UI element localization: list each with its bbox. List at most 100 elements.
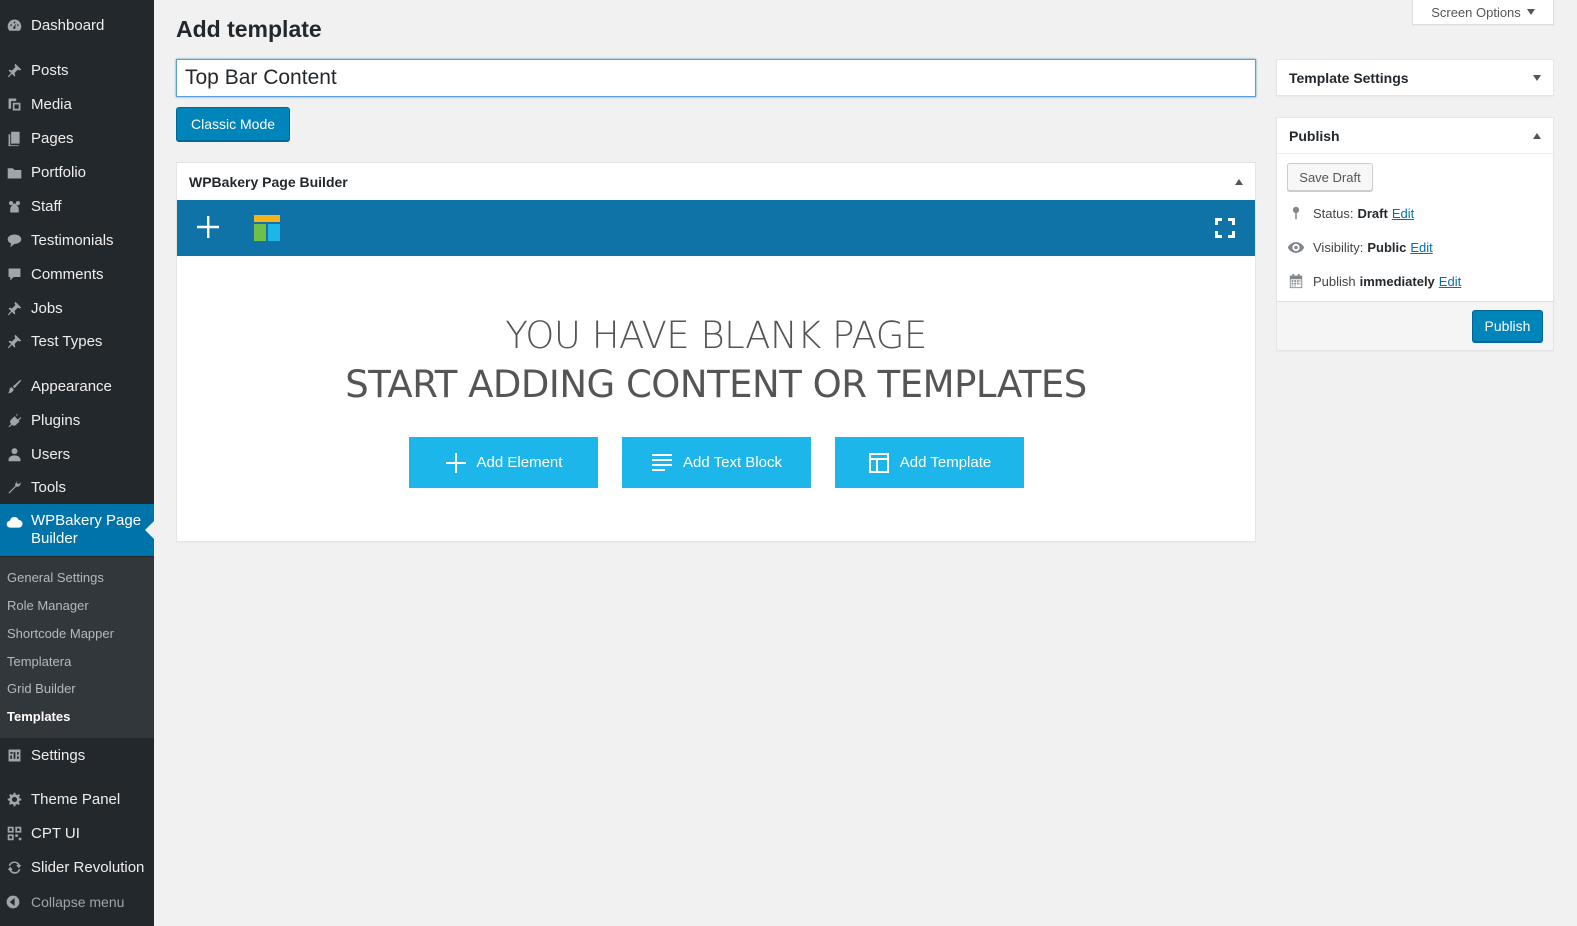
menu-item-testimonials[interactable]: Testimonials bbox=[0, 223, 154, 257]
template-settings-header[interactable]: Template Settings bbox=[1277, 60, 1553, 96]
menu-item-tools[interactable]: Tools bbox=[0, 470, 154, 504]
blank-page-subheading: START ADDING CONTENT OR TEMPLATES bbox=[345, 363, 1087, 406]
add-text-block-button[interactable]: Add Text Block bbox=[622, 437, 811, 488]
settings-icon bbox=[2, 745, 26, 765]
add-template-label: Add Template bbox=[899, 454, 992, 471]
admin-sidebar: Dashboard Posts Media Pages Portfolio St… bbox=[0, 0, 154, 926]
collapse-toggle-icon[interactable] bbox=[1235, 178, 1243, 185]
calendar-icon bbox=[1287, 272, 1305, 290]
submenu-role-manager[interactable]: Role Manager bbox=[7, 598, 89, 613]
template-settings-title: Template Settings bbox=[1289, 70, 1409, 86]
menu-item-dashboard[interactable]: Dashboard bbox=[0, 8, 154, 42]
collapse-label: Collapse menu bbox=[31, 894, 125, 910]
menu-item-test-types[interactable]: Test Types bbox=[0, 324, 154, 358]
menu-item-slider-revolution[interactable]: Slider Revolution bbox=[0, 850, 154, 884]
publish-button[interactable]: Publish bbox=[1472, 310, 1543, 342]
templates-icon[interactable] bbox=[253, 214, 281, 242]
menu-label: WPBakery Page Builder bbox=[31, 512, 142, 547]
menu-label: Test Types bbox=[31, 332, 103, 350]
submenu-grid-builder[interactable]: Grid Builder bbox=[7, 681, 76, 696]
menu-item-wpbakery[interactable]: WPBakery Page Builder bbox=[0, 504, 154, 556]
submenu-general-settings[interactable]: General Settings bbox=[7, 570, 104, 585]
add-element-label: Add Element bbox=[476, 454, 563, 471]
menu-item-pages[interactable]: Pages bbox=[0, 121, 154, 155]
staff-icon bbox=[2, 196, 26, 216]
publish-title: Publish bbox=[1289, 127, 1340, 144]
dashboard-icon bbox=[2, 15, 26, 35]
add-template-button[interactable]: Add Template bbox=[835, 437, 1024, 488]
menu-label: Users bbox=[31, 445, 71, 463]
menu-item-comments[interactable]: Comments bbox=[0, 257, 154, 291]
menu-label: Posts bbox=[31, 61, 69, 79]
comment-icon bbox=[2, 264, 26, 284]
menu-item-media[interactable]: Media bbox=[0, 87, 154, 121]
builder-toolbar bbox=[177, 200, 1255, 256]
classic-mode-button[interactable]: Classic Mode bbox=[176, 107, 290, 141]
menu-label: Settings bbox=[31, 746, 86, 764]
menu-item-cpt-ui[interactable]: CPT UI bbox=[0, 816, 154, 850]
menu-item-users[interactable]: Users bbox=[0, 437, 154, 471]
add-text-block-label: Add Text Block bbox=[683, 454, 782, 471]
status-value: Draft bbox=[1357, 205, 1388, 221]
menu-label: Comments bbox=[31, 265, 104, 283]
schedule-value: immediately bbox=[1359, 273, 1435, 289]
menu-label: Slider Revolution bbox=[31, 858, 145, 876]
eye-icon bbox=[1287, 238, 1305, 256]
wpbakery-submenu: General Settings Role Manager Shortcode … bbox=[0, 557, 154, 738]
schedule-row: Publish immediately Edit bbox=[1287, 272, 1461, 290]
edit-status-link[interactable]: Edit bbox=[1392, 206, 1414, 221]
submenu-templates[interactable]: Templates bbox=[7, 709, 70, 724]
pin-marker-icon bbox=[1287, 204, 1305, 222]
blank-page-heading: YOU HAVE BLANK PAGE bbox=[505, 314, 927, 357]
cloud-icon bbox=[2, 512, 26, 532]
builder-title: WPBakery Page Builder bbox=[189, 173, 348, 190]
menu-item-portfolio[interactable]: Portfolio bbox=[0, 155, 154, 189]
edit-visibility-link[interactable]: Edit bbox=[1410, 240, 1432, 255]
menu-label: Theme Panel bbox=[31, 790, 121, 808]
add-element-icon[interactable] bbox=[195, 214, 221, 240]
menu-item-settings[interactable]: Settings bbox=[0, 738, 154, 772]
menu-label: CPT UI bbox=[31, 824, 80, 842]
brush-icon bbox=[2, 376, 26, 396]
menu-item-plugins[interactable]: Plugins bbox=[0, 403, 154, 437]
add-element-button[interactable]: Add Element bbox=[409, 437, 598, 488]
menu-item-jobs[interactable]: Jobs bbox=[0, 291, 154, 325]
menu-item-appearance[interactable]: Appearance bbox=[0, 369, 154, 403]
collapse-arrow-icon bbox=[1, 894, 25, 910]
plus-icon bbox=[445, 452, 466, 473]
status-label: Status: bbox=[1313, 205, 1354, 221]
pin-icon bbox=[2, 60, 26, 80]
menu-item-staff[interactable]: Staff bbox=[0, 189, 154, 223]
menu-item-theme-panel[interactable]: Theme Panel bbox=[0, 782, 154, 816]
menu-label: Media bbox=[31, 95, 72, 113]
visibility-row: Visibility: Public Edit bbox=[1287, 238, 1433, 256]
edit-schedule-link[interactable]: Edit bbox=[1439, 274, 1461, 289]
collapse-toggle-icon[interactable] bbox=[1533, 132, 1541, 139]
template-settings-panel: Template Settings bbox=[1276, 59, 1554, 96]
collapse-menu-button[interactable]: Collapse menu bbox=[0, 889, 154, 915]
fullscreen-icon[interactable] bbox=[1213, 216, 1237, 240]
menu-label: Dashboard bbox=[31, 16, 105, 34]
publish-actions: Publish bbox=[1277, 301, 1553, 350]
screen-options-label: Screen Options bbox=[1431, 4, 1521, 20]
schedule-label: Publish bbox=[1313, 273, 1356, 289]
menu-label: Pages bbox=[31, 129, 74, 147]
submenu-shortcode-mapper[interactable]: Shortcode Mapper bbox=[7, 626, 114, 641]
save-draft-button[interactable]: Save Draft bbox=[1287, 163, 1373, 191]
pin-icon bbox=[2, 298, 26, 318]
expand-toggle-icon[interactable] bbox=[1533, 75, 1541, 81]
menu-label: Jobs bbox=[31, 299, 63, 317]
refresh-icon bbox=[2, 857, 26, 877]
screen-options-button[interactable]: Screen Options bbox=[1412, 0, 1554, 25]
page-title: Add template bbox=[176, 16, 322, 42]
submenu-templatera[interactable]: Templatera bbox=[7, 654, 71, 669]
menu-label: Appearance bbox=[31, 377, 112, 395]
title-input[interactable] bbox=[176, 59, 1256, 97]
menu-label: Plugins bbox=[31, 411, 81, 429]
speech-bubble-icon bbox=[2, 230, 26, 250]
menu-item-posts[interactable]: Posts bbox=[0, 53, 154, 87]
publish-header[interactable]: Publish bbox=[1277, 118, 1553, 154]
builder-header[interactable]: WPBakery Page Builder bbox=[177, 163, 1255, 200]
wrench-icon bbox=[2, 477, 26, 497]
wpbakery-builder-box: WPBakery Page Builder YOU HAVE BLANK PAG… bbox=[176, 162, 1256, 542]
